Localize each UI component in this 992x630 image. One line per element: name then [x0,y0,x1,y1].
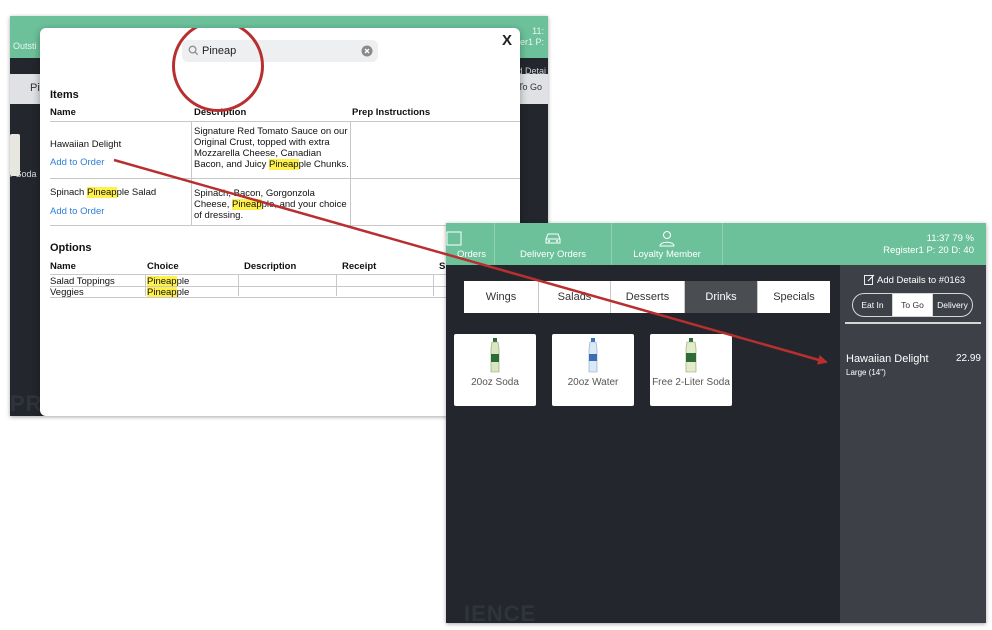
add-details-button[interactable]: Add Details to #0163 [864,275,965,286]
search-match-highlight: Pineap [232,199,262,210]
order-item-name: Hawaiian Delight [846,353,929,365]
options-header-extra: S [439,261,446,272]
order-type-eat-in[interactable]: Eat In [853,294,893,316]
background-register: ter1 P: [517,37,544,47]
tab-salads[interactable]: Salads [539,281,611,313]
search-match-highlight: Pineap [269,159,299,170]
screenshot-stage: Outsti 11: ter1 P: d Detai Pi To Go r So… [0,0,992,630]
items-column-divider [191,121,192,225]
background-watermark: IENCE [464,601,537,623]
items-header-name: Name [50,107,76,118]
nav-loyalty-member[interactable]: Loyalty Member [612,223,722,265]
item-name-text: Spinach [50,187,87,198]
add-to-order-link[interactable]: Add to Order [50,157,104,168]
tab-drinks[interactable]: Drinks [685,281,758,313]
background-time: 11: [532,26,544,36]
options-section-title: Options [50,242,92,254]
order-panel: Add Details to #0163 Eat In To Go Delive… [840,265,986,623]
soda-bottle-icon [685,338,697,373]
nav-separator [722,223,723,265]
annotation-circle [172,28,264,112]
item-name-text: ple Salad [116,187,157,198]
panel-divider [845,322,981,324]
person-icon [659,231,675,247]
orders-icon [446,231,462,246]
item-name: Spinach Pineapple Salad [50,187,156,198]
options-column-divider [336,274,337,296]
background-nav-outstanding: Outsti [13,41,37,51]
top-nav-bar: Orders Delivery Orders Loyalty Member 11… [446,223,986,265]
items-column-divider [350,121,351,225]
product-label: 20oz Soda [471,377,519,388]
product-card-20oz-water[interactable]: 20oz Water [552,334,634,406]
tab-desserts[interactable]: Desserts [611,281,685,313]
description-text: ple Chunks. [298,159,349,170]
background-to-go: To Go [518,82,543,92]
add-to-order-link[interactable]: Add to Order [50,206,104,217]
items-header-prep: Prep Instructions [352,107,431,118]
order-type-to-go[interactable]: To Go [893,294,933,316]
order-type-selector: Eat In To Go Delivery [852,293,973,317]
background-tab-pizza: Pi [30,82,40,94]
order-type-delivery[interactable]: Delivery [933,294,972,316]
close-button[interactable]: X [502,32,512,49]
category-tabs: Wings Salads Desserts Drinks Specials [464,281,830,313]
tab-specials[interactable]: Specials [758,281,830,313]
item-name: Hawaiian Delight [50,139,122,150]
product-label: Free 2-Liter Soda [652,377,730,388]
nav-delivery-orders-label: Delivery Orders [520,249,586,260]
items-header-divider [50,121,520,122]
row-divider [50,178,520,179]
nav-delivery-orders[interactable]: Delivery Orders [495,223,611,265]
nav-orders[interactable]: Orders [446,223,494,265]
nav-orders-label: Orders [456,249,486,260]
product-card-free-2-liter-soda[interactable]: Free 2-Liter Soda [650,334,732,406]
options-header-description: Description [244,261,297,272]
soda-bottle-icon [490,338,500,373]
status-time-battery: 11:37 79 % [926,233,974,244]
options-column-divider [145,274,146,296]
item-description: Spinach, Bacon, Gorgonzola Cheese, Pinea… [194,188,350,221]
product-card-20oz-soda[interactable]: 20oz Soda [454,334,536,406]
car-icon [545,233,561,244]
status-register: Register1 P: 20 D: 40 [883,245,974,256]
options-header-choice: Choice [147,261,179,272]
item-description: Signature Red Tomato Sauce on our Origin… [194,126,350,170]
foreground-pos-window: Orders Delivery Orders Loyalty Member 11… [446,223,986,623]
clear-search-icon[interactable] [361,45,373,57]
order-item-size: Large (14") [846,368,886,377]
water-bottle-icon [588,338,598,373]
product-label: 20oz Water [567,377,619,388]
options-header-name: Name [50,261,76,272]
order-item-price: 22.99 [955,353,981,364]
search-match-highlight: Pineap [86,187,117,198]
tab-wings[interactable]: Wings [464,281,539,313]
items-section-title: Items [50,89,79,101]
options-column-divider [433,274,434,296]
options-column-divider [238,274,239,296]
background-soda-label: r Soda [10,169,37,179]
nav-loyalty-member-label: Loyalty Member [633,249,701,260]
options-header-receipt: Receipt [342,261,377,272]
